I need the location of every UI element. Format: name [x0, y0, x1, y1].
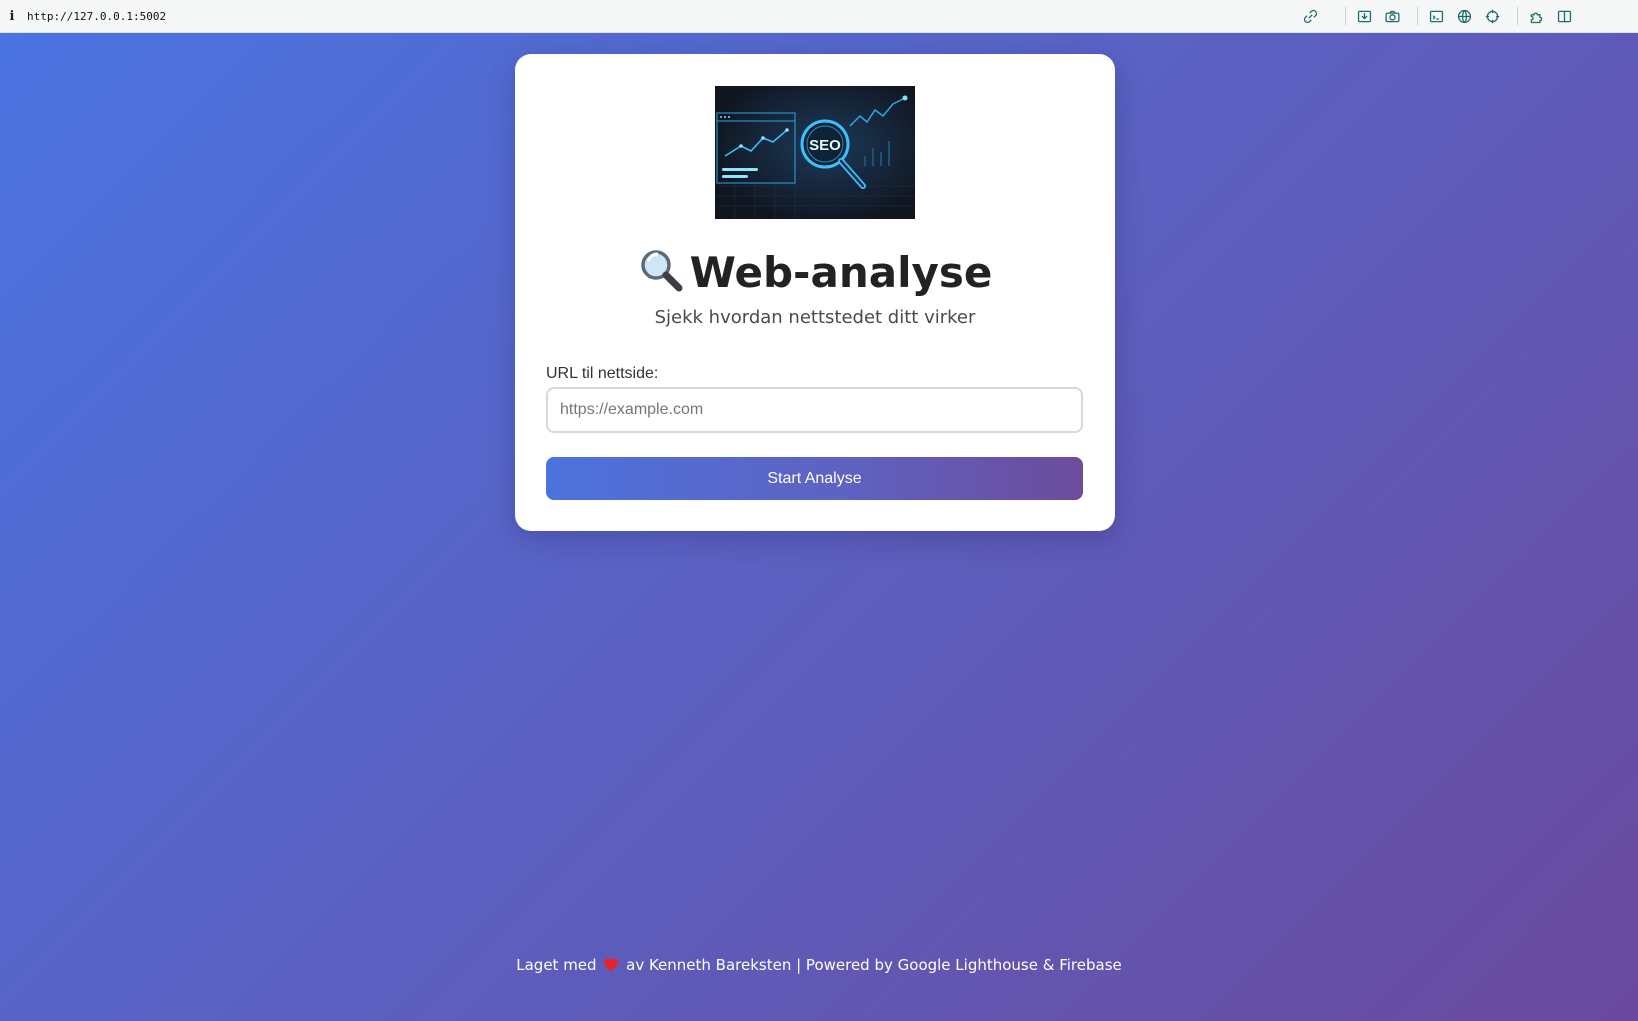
toolbar-divider [1517, 7, 1518, 25]
heart-icon [604, 958, 619, 971]
footer-text-after: av Kenneth Bareksten | Powered by Google… [626, 956, 1122, 974]
info-icon[interactable]: i [4, 9, 20, 24]
camera-icon[interactable] [1382, 6, 1402, 26]
seo-hero-image: SEO [715, 86, 915, 219]
globe-icon[interactable] [1454, 6, 1474, 26]
link-icon[interactable] [1300, 6, 1320, 26]
address-bar-url[interactable]: http://127.0.0.1:5002 [27, 10, 166, 23]
page-subtitle: Sjekk hvordan nettstedet ditt virker [654, 307, 976, 328]
url-input[interactable] [546, 387, 1083, 433]
toolbar-divider [1345, 7, 1346, 25]
extension-icon[interactable] [1526, 6, 1546, 26]
download-icon[interactable] [1354, 6, 1374, 26]
seo-label: SEO [809, 137, 841, 154]
seo-illustration: SEO [715, 86, 915, 219]
title-text: Web-analyse [689, 248, 993, 297]
url-field-label: URL til nettside: [546, 365, 659, 382]
footer: Laget med av Kenneth Bareksten | Powered… [0, 954, 1638, 976]
footer-text-before: Laget med [516, 956, 597, 974]
terminal-icon[interactable] [1426, 6, 1446, 26]
start-analysis-button[interactable]: Start Analyse [546, 457, 1083, 500]
sidebar-icon[interactable] [1554, 6, 1574, 26]
toolbar-divider [1417, 7, 1418, 25]
page-title: Web-analyse [515, 245, 1115, 301]
analysis-card: SEO Web-analyse Sjekk hvordan nettstedet… [515, 54, 1115, 531]
magnifying-glass-icon [640, 250, 683, 292]
crosshair-icon[interactable] [1482, 6, 1502, 26]
browser-toolbar: i http://127.0.0.1:5002 [0, 0, 1638, 33]
